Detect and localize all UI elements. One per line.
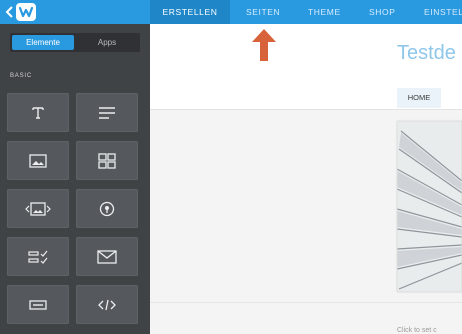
email-icon bbox=[97, 249, 117, 264]
form-icon bbox=[28, 250, 48, 264]
chevron-left-icon[interactable] bbox=[5, 5, 15, 19]
tab-seiten[interactable]: SEITEN bbox=[246, 0, 280, 24]
weebly-logo[interactable] bbox=[16, 3, 36, 21]
top-bar: ERSTELLEN SEITEN THEME SHOP EINSTEL bbox=[0, 0, 462, 24]
elements-apps-toggle: Elemente Apps bbox=[10, 33, 140, 52]
element-image[interactable] bbox=[7, 141, 69, 180]
tab-theme[interactable]: THEME bbox=[308, 0, 341, 24]
paragraph-icon bbox=[99, 106, 115, 119]
slideshow-icon bbox=[25, 201, 51, 216]
element-slideshow[interactable] bbox=[7, 189, 69, 228]
element-button[interactable] bbox=[7, 285, 69, 324]
footer-divider bbox=[150, 302, 462, 303]
element-title[interactable] bbox=[7, 93, 69, 132]
arrow-up-icon bbox=[252, 29, 276, 61]
button-icon bbox=[29, 299, 47, 310]
tab-erstellen[interactable]: ERSTELLEN bbox=[150, 0, 230, 24]
element-map[interactable] bbox=[76, 189, 138, 228]
toggle-apps[interactable]: Apps bbox=[76, 35, 138, 50]
element-embed-code[interactable] bbox=[76, 285, 138, 324]
gallery-icon bbox=[98, 152, 116, 169]
footer-text[interactable]: Click to set c bbox=[397, 327, 437, 334]
site-title[interactable]: Testde bbox=[397, 42, 456, 65]
weebly-w-logo-icon bbox=[18, 6, 34, 18]
section-label-basic: BASIC bbox=[10, 73, 33, 79]
tab-einstellungen[interactable]: EINSTEL bbox=[424, 0, 462, 24]
embed-code-icon bbox=[98, 299, 116, 310]
sidebar: Elemente Apps BASIC bbox=[0, 24, 150, 334]
text-icon bbox=[32, 106, 44, 119]
element-form[interactable] bbox=[7, 237, 69, 276]
tab-shop[interactable]: SHOP bbox=[369, 0, 396, 24]
element-text[interactable] bbox=[76, 93, 138, 132]
image-icon bbox=[29, 153, 47, 168]
element-contact-email[interactable] bbox=[76, 237, 138, 276]
architecture-photo bbox=[397, 121, 462, 292]
map-pin-icon bbox=[99, 201, 115, 216]
hero-image[interactable] bbox=[397, 121, 462, 292]
nav-item-home[interactable]: HOME bbox=[397, 88, 441, 108]
toggle-elemente[interactable]: Elemente bbox=[12, 35, 74, 50]
element-gallery[interactable] bbox=[76, 141, 138, 180]
logo-area bbox=[0, 0, 150, 24]
